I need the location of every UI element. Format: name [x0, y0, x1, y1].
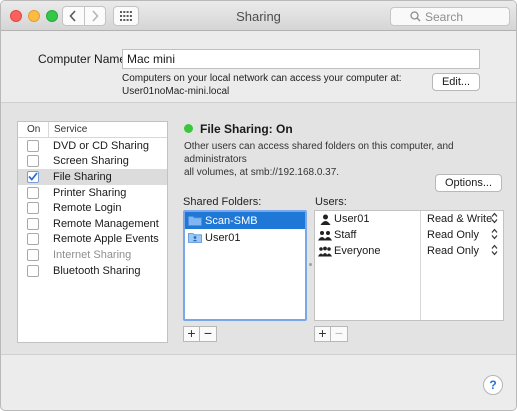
service-row-remote-management[interactable]: Remote Management [18, 216, 167, 232]
user-folder-icon [188, 233, 202, 243]
search-icon [410, 11, 421, 22]
shared-folder-row[interactable]: User01 [185, 229, 305, 246]
service-checkbox[interactable] [27, 248, 39, 261]
status-description-line1: Other users can access shared folders on… [184, 141, 454, 165]
service-checkbox[interactable] [27, 217, 39, 230]
computer-name-input[interactable] [122, 49, 480, 69]
service-checkbox[interactable] [27, 264, 39, 277]
service-label: File Sharing [53, 170, 112, 183]
group-icon [318, 230, 332, 240]
folder-icon [188, 216, 202, 226]
single-user-icon [320, 214, 330, 225]
permission-popup[interactable]: Read Only [427, 229, 479, 241]
service-checkbox[interactable] [27, 170, 39, 183]
user-row[interactable]: Staff Read Only [315, 227, 503, 243]
shared-folder-name: User01 [205, 231, 241, 244]
users-label: Users: [315, 196, 347, 208]
shared-folders-add-remove: + − [183, 326, 217, 342]
help-button[interactable]: ? [483, 375, 503, 395]
service-checkbox[interactable] [27, 139, 39, 152]
add-shared-folder-button[interactable]: + [183, 326, 200, 342]
service-label: Bluetooth Sharing [53, 264, 141, 277]
service-label: Screen Sharing [53, 155, 129, 168]
sharing-window: Sharing Search Computer Name: Computers … [0, 0, 517, 411]
user-row[interactable]: User01 Read & Write [315, 211, 503, 227]
user-name: Staff [334, 229, 357, 241]
everyone-icon [318, 246, 332, 257]
service-row-dvd-or-cd-sharing[interactable]: DVD or CD Sharing [18, 138, 167, 154]
single-user-icon [318, 214, 332, 225]
everyone-icon [318, 246, 332, 256]
service-label: DVD or CD Sharing [53, 139, 149, 152]
users-list[interactable]: User01 Read & Write Staff Read Only Everyone… [314, 210, 504, 321]
user-row[interactable]: Everyone Read Only [315, 243, 503, 259]
status-label: File Sharing: On [200, 122, 293, 136]
remove-user-button[interactable]: − [331, 326, 348, 342]
permission-popup[interactable]: Read Only [427, 245, 479, 257]
split-view-handle[interactable] [309, 263, 313, 268]
checkmark-icon [28, 172, 38, 182]
service-row-screen-sharing[interactable]: Screen Sharing [18, 154, 167, 170]
remove-shared-folder-button[interactable]: − [200, 326, 217, 342]
service-checkbox[interactable] [27, 155, 39, 168]
service-label: Remote Login [53, 202, 122, 215]
service-checkbox[interactable] [27, 233, 39, 246]
service-list: On Service DVD or CD Sharing Screen Shari… [17, 121, 168, 343]
service-row-printer-sharing[interactable]: Printer Sharing [18, 185, 167, 201]
shared-folders-label: Shared Folders: [183, 196, 262, 208]
title-bar: Sharing Search [1, 1, 516, 31]
computer-address-description: Computers on your local network can acce… [122, 72, 402, 98]
computer-local-hostname: User01noMac-mini.local [122, 86, 230, 97]
on-column-header[interactable]: On [18, 121, 49, 138]
service-label: Remote Apple Events [53, 233, 159, 246]
service-label: Printer Sharing [53, 186, 127, 199]
add-user-button[interactable]: + [314, 326, 331, 342]
options-button[interactable]: Options... [435, 174, 502, 192]
up-down-chevron-icon[interactable] [491, 228, 498, 243]
service-list-header: On Service [18, 121, 167, 138]
search-placeholder: Search [425, 9, 464, 24]
service-row-remote-login[interactable]: Remote Login [18, 200, 167, 216]
service-column-header[interactable]: Service [49, 124, 87, 135]
user-name: User01 [334, 213, 370, 225]
users-add-remove: + − [314, 326, 348, 342]
group-icon [318, 230, 332, 241]
service-row-internet-sharing[interactable]: Internet Sharing [18, 247, 167, 263]
service-checkbox[interactable] [27, 202, 39, 215]
service-label: Internet Sharing [53, 248, 132, 261]
shared-folder-name: Scan-SMB [205, 214, 258, 227]
shared-folders-list[interactable]: Scan-SMB User01 [183, 210, 307, 321]
service-label: Remote Management [53, 217, 159, 230]
service-row-remote-apple-events[interactable]: Remote Apple Events [18, 232, 167, 248]
service-checkbox[interactable] [27, 186, 39, 199]
shared-folder-row[interactable]: Scan-SMB [185, 212, 305, 229]
service-row-bluetooth-sharing[interactable]: Bluetooth Sharing [18, 263, 167, 279]
status-indicator-icon [184, 124, 193, 133]
user-name: Everyone [334, 245, 381, 257]
up-down-chevron-icon[interactable] [491, 212, 498, 227]
computer-name-label: Computer Name: [38, 52, 130, 66]
computer-address-line1: Computers on your local network can acce… [122, 73, 402, 84]
up-down-chevron-icon[interactable] [491, 244, 498, 259]
permission-popup[interactable]: Read & Write [427, 213, 492, 225]
search-field[interactable]: Search [390, 7, 510, 26]
edit-hostname-button[interactable]: Edit... [432, 73, 480, 91]
service-row-file-sharing[interactable]: File Sharing [18, 169, 167, 185]
